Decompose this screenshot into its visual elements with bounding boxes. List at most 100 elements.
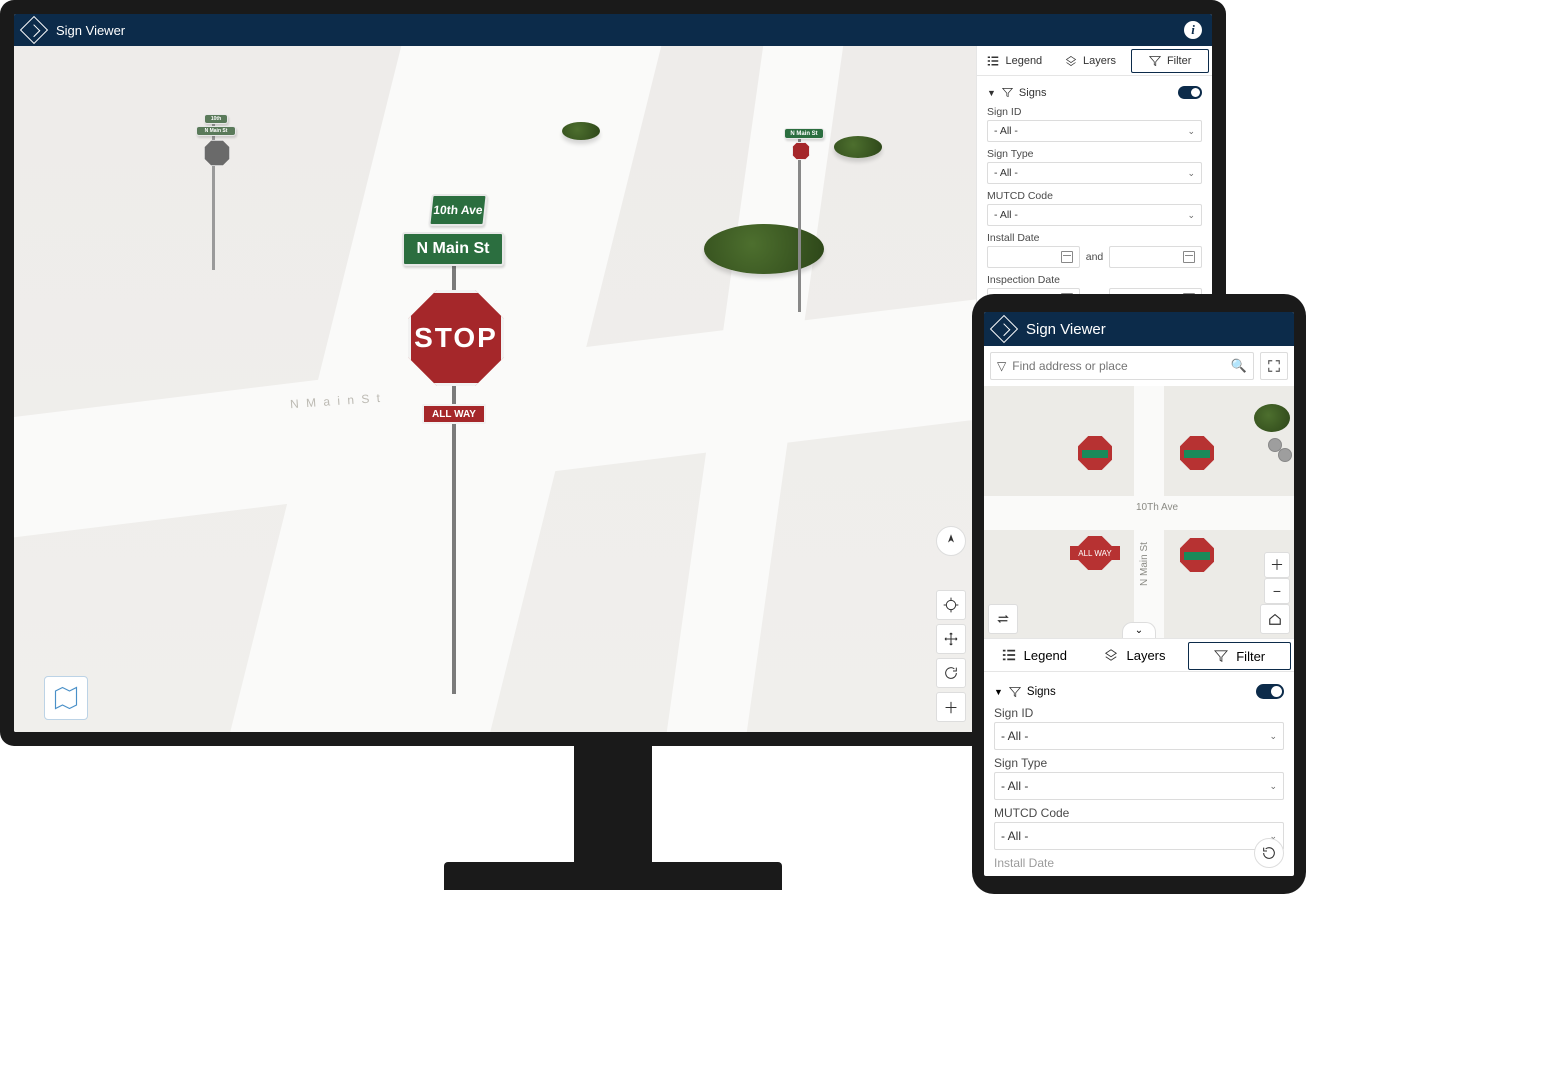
install-date-from[interactable] bbox=[987, 246, 1080, 268]
overview-map-button[interactable] bbox=[44, 676, 88, 720]
stop-sign[interactable]: STOP bbox=[408, 290, 504, 386]
tab-legend[interactable]: Legend bbox=[984, 639, 1085, 671]
tab-legend-label: Legend bbox=[1024, 648, 1067, 663]
field-mutcd: MUTCD Code - All - ⌄ bbox=[987, 190, 1202, 226]
layers-icon bbox=[1104, 648, 1118, 662]
select-sign-type[interactable]: - All - ⌄ bbox=[994, 772, 1284, 800]
reset-icon bbox=[1261, 845, 1277, 861]
filter-toggle[interactable] bbox=[1256, 684, 1284, 699]
tablet-tabs: Legend Layers Filter bbox=[984, 638, 1294, 672]
label-install-date: Install Date bbox=[987, 232, 1202, 244]
map-3d-scene[interactable]: N M a i n S t 10th N Main St N Main St 1… bbox=[14, 46, 976, 732]
app-title: Sign Viewer bbox=[56, 23, 1184, 38]
select-sign-id[interactable]: - All - ⌄ bbox=[994, 722, 1284, 750]
tab-filter-label: Filter bbox=[1236, 649, 1265, 664]
swap-view-button[interactable] bbox=[988, 604, 1018, 634]
calendar-icon bbox=[1183, 251, 1195, 263]
road-label-nmain: N Main St bbox=[1139, 542, 1150, 586]
zoom-in-button[interactable]: ＋ bbox=[936, 692, 966, 722]
street-sign-bg: N Main St bbox=[196, 126, 236, 136]
select-sign-id[interactable]: - All - ⌄ bbox=[987, 120, 1202, 142]
label-install-date: Install Date bbox=[994, 856, 1284, 870]
sidebar-tabs: Legend Layers Filter bbox=[977, 46, 1212, 76]
field-mutcd: MUTCD Code - All - ⌄ bbox=[994, 806, 1284, 850]
calendar-icon bbox=[1061, 251, 1073, 263]
locate-icon bbox=[943, 597, 959, 613]
tablet-body: ▽ 🔍 10Th Ave N Main St ALL bbox=[984, 346, 1294, 876]
rotate-icon bbox=[943, 665, 959, 681]
field-sign-type: Sign Type - All - ⌄ bbox=[987, 148, 1202, 184]
reset-button[interactable] bbox=[1254, 838, 1284, 868]
label-sign-type: Sign Type bbox=[994, 756, 1284, 770]
monitor-stand bbox=[574, 746, 652, 872]
tab-layers[interactable]: Layers bbox=[1085, 639, 1186, 671]
pan-button[interactable] bbox=[936, 624, 966, 654]
compass-icon bbox=[942, 532, 960, 550]
search-input[interactable] bbox=[1012, 359, 1231, 373]
street-sign-10th-ave[interactable]: 10th Ave bbox=[428, 194, 487, 226]
label-sign-id: Sign ID bbox=[994, 706, 1284, 720]
map-allway-label: ALL WAY bbox=[1070, 546, 1120, 560]
legend-icon bbox=[987, 55, 999, 67]
field-install-date: Install Date and bbox=[987, 232, 1202, 268]
info-icon[interactable]: i bbox=[1184, 21, 1202, 39]
tree-icon bbox=[562, 122, 600, 140]
map-sign-marker[interactable] bbox=[1180, 436, 1214, 470]
label-sign-type: Sign Type bbox=[987, 148, 1202, 160]
search-input-wrapper[interactable]: ▽ 🔍 bbox=[990, 352, 1254, 380]
tab-layers-label: Layers bbox=[1083, 55, 1116, 67]
locate-button[interactable] bbox=[936, 590, 966, 620]
fullscreen-icon bbox=[1267, 359, 1281, 373]
select-sign-id-value: - All - bbox=[994, 125, 1018, 137]
zoom-in-button[interactable]: ＋ bbox=[1264, 552, 1290, 578]
select-sign-id-value: - All - bbox=[1001, 729, 1028, 743]
map-sign-marker[interactable] bbox=[1180, 538, 1214, 572]
label-mutcd: MUTCD Code bbox=[994, 806, 1284, 820]
tablet-frame: Sign Viewer ▽ 🔍 10Th Ave N Main St bbox=[972, 294, 1306, 894]
map-tools: ＋ bbox=[936, 590, 966, 722]
fullscreen-button[interactable] bbox=[1260, 352, 1288, 380]
rotate-button[interactable] bbox=[936, 658, 966, 688]
filter-icon bbox=[1149, 55, 1161, 67]
all-way-sign[interactable]: ALL WAY bbox=[422, 404, 486, 424]
pan-icon bbox=[943, 631, 959, 647]
tab-filter[interactable]: Filter bbox=[1188, 642, 1291, 670]
filter-icon bbox=[1214, 649, 1228, 663]
street-sign-bg: 10th bbox=[204, 114, 228, 124]
legend-icon bbox=[1002, 648, 1016, 662]
home-icon bbox=[1268, 612, 1282, 626]
tab-legend[interactable]: Legend bbox=[977, 46, 1053, 75]
monitor-base bbox=[444, 862, 782, 890]
zoom-out-button[interactable]: − bbox=[1264, 578, 1290, 604]
panel-expand-handle[interactable]: ⌄ bbox=[1122, 622, 1156, 638]
chevron-down-icon: ⌄ bbox=[1269, 731, 1277, 742]
tablet-search-row: ▽ 🔍 bbox=[984, 346, 1294, 386]
field-install-date: Install Date bbox=[994, 856, 1284, 870]
filter-section-header[interactable]: ▼ Signs bbox=[987, 82, 1202, 103]
select-mutcd-value: - All - bbox=[1001, 829, 1028, 843]
chevron-down-icon: ⌄ bbox=[1269, 781, 1277, 792]
label-mutcd: MUTCD Code bbox=[987, 190, 1202, 202]
tab-layers[interactable]: Layers bbox=[1053, 46, 1129, 75]
filter-icon bbox=[1009, 686, 1021, 698]
install-date-to[interactable] bbox=[1109, 246, 1202, 268]
chevron-down-icon: ⌄ bbox=[1187, 168, 1195, 179]
select-mutcd[interactable]: - All - ⌄ bbox=[987, 204, 1202, 226]
label-sign-id: Sign ID bbox=[987, 106, 1202, 118]
street-sign-n-main-st[interactable]: N Main St bbox=[402, 232, 504, 266]
tab-filter[interactable]: Filter bbox=[1131, 49, 1209, 73]
map-sign-marker[interactable] bbox=[1078, 436, 1112, 470]
select-mutcd[interactable]: - All - ⌄ bbox=[994, 822, 1284, 850]
filter-section-header[interactable]: ▼ Signs bbox=[994, 680, 1284, 703]
search-icon[interactable]: 🔍 bbox=[1231, 358, 1247, 374]
select-sign-type[interactable]: - All - ⌄ bbox=[987, 162, 1202, 184]
tablet-map[interactable]: 10Th Ave N Main St ALL WAY ＋ − bbox=[984, 386, 1294, 638]
select-sign-type-value: - All - bbox=[994, 167, 1018, 179]
compass-button[interactable] bbox=[936, 526, 966, 556]
stop-sign-face: STOP bbox=[408, 290, 504, 386]
map-icon bbox=[52, 684, 80, 712]
home-button[interactable] bbox=[1260, 604, 1290, 634]
tablet-app-title: Sign Viewer bbox=[1026, 321, 1284, 338]
filter-toggle[interactable] bbox=[1178, 86, 1202, 99]
layers-icon bbox=[1065, 55, 1077, 67]
